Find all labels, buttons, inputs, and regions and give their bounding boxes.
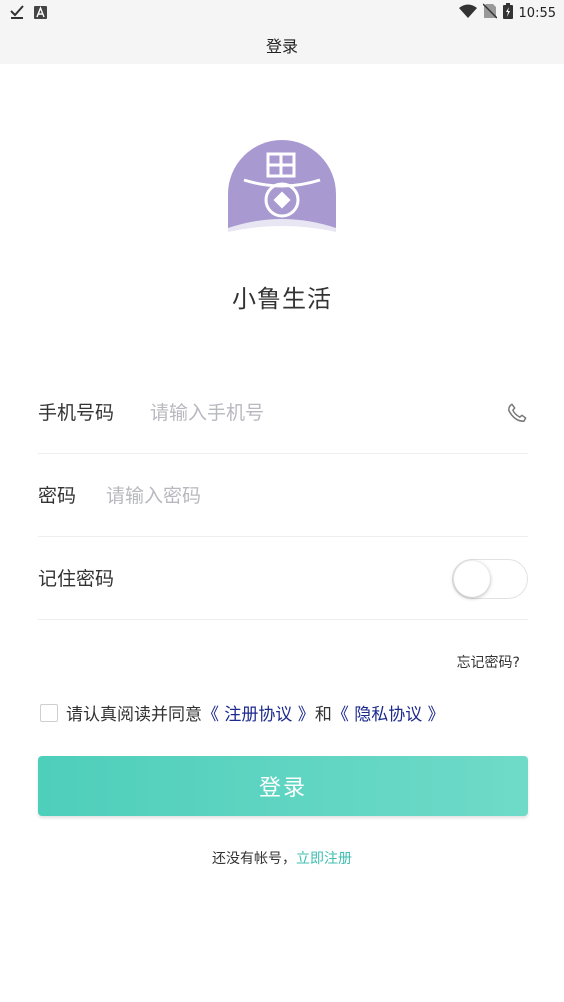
- no-sim-icon: [482, 3, 498, 23]
- remember-label: 记住密码: [38, 568, 115, 590]
- register-link[interactable]: 立即注册: [296, 851, 352, 867]
- login-button[interactable]: 登录: [38, 756, 528, 816]
- status-right-icons: 10:55: [458, 3, 556, 23]
- status-bar: 10:55: [0, 0, 564, 24]
- title-bar: 登录: [0, 24, 564, 64]
- forgot-password-link[interactable]: 忘记密码?: [457, 652, 520, 672]
- remember-row: 记住密码: [38, 538, 528, 620]
- phone-label: 手机号码: [38, 402, 115, 424]
- page-title: 登录: [265, 37, 298, 56]
- password-row: 密码: [38, 455, 528, 537]
- password-input[interactable]: [106, 479, 506, 513]
- app-name: 小鲁生活: [232, 285, 332, 313]
- remember-password-toggle[interactable]: [452, 559, 528, 599]
- phone-row: 手机号码: [38, 372, 528, 454]
- status-left-icons: [10, 4, 47, 23]
- agreement-and: 和: [314, 705, 332, 725]
- app-logo-icon: [228, 140, 336, 236]
- terms-link[interactable]: 《 注册协议 》: [202, 700, 315, 725]
- toggle-knob: [454, 561, 490, 597]
- wifi-icon: [458, 4, 477, 22]
- password-label: 密码: [38, 485, 77, 507]
- agreement-row: 请认真阅读并同意 《 注册协议 》 和 《 隐私协议 》: [40, 700, 445, 725]
- register-prompt: 还没有帐号，: [212, 851, 296, 867]
- agreement-prefix: 请认真阅读并同意: [66, 705, 202, 725]
- phone-input[interactable]: [150, 396, 490, 430]
- check-download-icon: [10, 4, 24, 23]
- phone-icon: [506, 402, 528, 424]
- register-row: 还没有帐号，立即注册: [0, 848, 564, 868]
- agreement-checkbox[interactable]: [40, 703, 58, 722]
- battery-charging-icon: [502, 3, 513, 23]
- privacy-link[interactable]: 《 隐私协议 》: [332, 700, 445, 725]
- a-notification-icon: [34, 4, 47, 23]
- status-time: 10:55: [518, 5, 556, 21]
